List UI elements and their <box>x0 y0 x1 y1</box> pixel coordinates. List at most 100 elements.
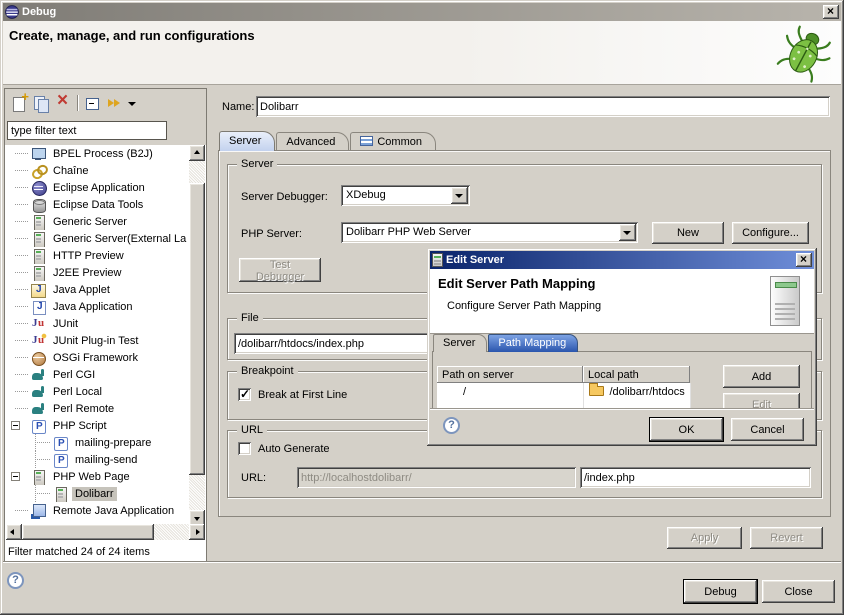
horizontal-scroll-thumb[interactable] <box>22 524 154 540</box>
url-base-input[interactable] <box>297 467 576 488</box>
test-debugger-button[interactable]: Test Debugger <box>239 258 321 282</box>
tree-vertical-scrollbar[interactable] <box>189 145 205 526</box>
tree-item-generic-server-external-la[interactable]: Generic Server(External La <box>6 230 189 247</box>
delete-configuration-icon[interactable] <box>55 94 73 112</box>
tree-item-label: Java Application <box>50 300 136 314</box>
combo-dropdown-icon[interactable] <box>451 187 468 204</box>
tree-item-eclipse-application[interactable]: Eclipse Application <box>6 179 189 196</box>
combo-dropdown-icon[interactable] <box>619 224 636 241</box>
tree-item-osgi-framework[interactable]: OSGi Framework <box>6 349 189 366</box>
tree-item-php-script[interactable]: PHP Script <box>6 417 189 434</box>
path-mapping-panel: Path on server Local path //dolibarr/htd… <box>432 351 812 409</box>
close-button[interactable]: Close <box>762 580 835 603</box>
server-debugger-label: Server Debugger: <box>241 191 328 203</box>
config-tab-strip: Server Advanced Common <box>219 132 437 151</box>
tab-server[interactable]: Server <box>219 131 275 151</box>
column-header-local-path[interactable]: Local path <box>583 366 690 383</box>
url-path-input[interactable] <box>580 467 811 488</box>
tree-item-dolibarr[interactable]: Dolibarr <box>6 485 189 502</box>
tree-item-label: Java Applet <box>50 283 113 297</box>
server-icon <box>52 486 69 502</box>
tree-item-junit-plug-in-test[interactable]: JUnit Plug-in Test <box>6 332 189 349</box>
tree-horizontal-scrollbar[interactable] <box>6 524 205 540</box>
window-close-button[interactable] <box>823 5 839 19</box>
cancel-button[interactable]: Cancel <box>731 418 804 441</box>
tab-advanced[interactable]: Advanced <box>276 132 349 151</box>
tree-item-http-preview[interactable]: HTTP Preview <box>6 247 189 264</box>
php-icon <box>52 452 69 468</box>
scroll-left-button[interactable] <box>6 524 22 540</box>
eclipse-icon <box>30 180 47 196</box>
server-debugger-combo[interactable]: XDebug <box>341 185 470 206</box>
expander-minus-icon[interactable] <box>11 421 20 430</box>
tree-item-label: Chaîne <box>50 164 91 178</box>
duplicate-configuration-icon[interactable] <box>32 94 50 112</box>
break-first-line-checkbox[interactable] <box>238 388 251 401</box>
tree-item-cha-ne[interactable]: Chaîne <box>6 162 189 179</box>
breakpoint-group-label: Breakpoint <box>237 365 298 377</box>
auto-generate-label: Auto Generate <box>258 443 330 455</box>
scroll-up-button[interactable] <box>189 145 205 161</box>
tree-item-java-application[interactable]: Java Application <box>6 298 189 315</box>
tree-item-eclipse-data-tools[interactable]: Eclipse Data Tools <box>6 196 189 213</box>
break-first-line-label: Break at First Line <box>258 389 347 401</box>
help-icon[interactable] <box>7 572 24 589</box>
filter-status-text: Filter matched 24 of 24 items <box>8 546 150 558</box>
tree-item-remote-java-application[interactable]: Remote Java Application <box>6 502 189 519</box>
revert-button[interactable]: Revert <box>750 527 823 549</box>
dialog-tab-path-mapping[interactable]: Path Mapping <box>488 334 578 352</box>
tree-item-j2ee-preview[interactable]: J2EE Preview <box>6 264 189 281</box>
tree-item-label: mailing-prepare <box>72 436 154 450</box>
server-path-cell: / <box>437 383 583 400</box>
dialog-heading: Edit Server Path Mapping <box>438 276 595 291</box>
name-input[interactable] <box>256 96 830 117</box>
tree-item-label: Perl CGI <box>50 368 98 382</box>
tree-item-generic-server[interactable]: Generic Server <box>6 213 189 230</box>
folder-icon <box>589 386 604 396</box>
ok-button[interactable]: OK <box>650 418 723 441</box>
tree-item-java-applet[interactable]: Java Applet <box>6 281 189 298</box>
window-titlebar: Debug <box>3 3 841 21</box>
auto-generate-checkbox[interactable] <box>238 442 251 455</box>
configure-button[interactable]: Configure... <box>732 222 809 244</box>
tree-item-junit[interactable]: JUnit <box>6 315 189 332</box>
tree-item-perl-cgi[interactable]: Perl CGI <box>6 366 189 383</box>
tree-item-bpel-process-b2j[interactable]: BPEL Process (B2J) <box>6 145 189 162</box>
tree-item-mailing-send[interactable]: mailing-send <box>6 451 189 468</box>
tree-item-php-web-page[interactable]: PHP Web Page <box>6 468 189 485</box>
tree-item-label: Dolibarr <box>72 487 117 501</box>
tab-common[interactable]: Common <box>350 132 436 151</box>
tree-item-perl-remote[interactable]: Perl Remote <box>6 400 189 417</box>
toolbar-separator <box>77 95 78 111</box>
banner-title: Create, manage, and run configurations <box>9 28 255 43</box>
tree-item-perl-local[interactable]: Perl Local <box>6 383 189 400</box>
url-label: URL: <box>241 472 266 484</box>
filter-input[interactable] <box>7 121 167 140</box>
vertical-scroll-thumb[interactable] <box>189 183 205 475</box>
scroll-right-button[interactable] <box>189 524 205 540</box>
debug-window: Debug Create, manage, and run configurat… <box>0 0 844 615</box>
dialog-close-button[interactable] <box>796 253 812 267</box>
collapse-all-icon[interactable] <box>83 94 101 112</box>
path-mapping-row[interactable]: //dolibarr/htdocs <box>437 383 690 400</box>
bpel-process-icon <box>30 146 47 162</box>
filter-icon[interactable] <box>106 94 124 112</box>
new-server-button[interactable]: New <box>652 222 724 244</box>
column-header-path-on-server[interactable]: Path on server <box>437 366 583 383</box>
php-icon <box>52 435 69 451</box>
tree-item-mailing-prepare[interactable]: mailing-prepare <box>6 434 189 451</box>
debug-button[interactable]: Debug <box>684 580 757 603</box>
toolbar-menu-arrow-icon[interactable] <box>124 94 142 112</box>
dialog-tab-server[interactable]: Server <box>433 334 487 352</box>
header-banner: Create, manage, and run configurations <box>3 21 841 85</box>
url-group-label: URL <box>237 424 267 436</box>
edit-mapping-button[interactable]: Edit <box>723 393 800 409</box>
php-server-combo[interactable]: Dolibarr PHP Web Server <box>341 222 638 243</box>
server-icon <box>30 248 47 264</box>
add-mapping-button[interactable]: Add <box>723 365 800 388</box>
php-icon <box>30 418 47 434</box>
new-configuration-icon[interactable] <box>10 94 28 112</box>
expander-minus-icon[interactable] <box>11 472 20 481</box>
apply-button[interactable]: Apply <box>667 527 742 549</box>
dialog-help-icon[interactable] <box>443 417 460 434</box>
